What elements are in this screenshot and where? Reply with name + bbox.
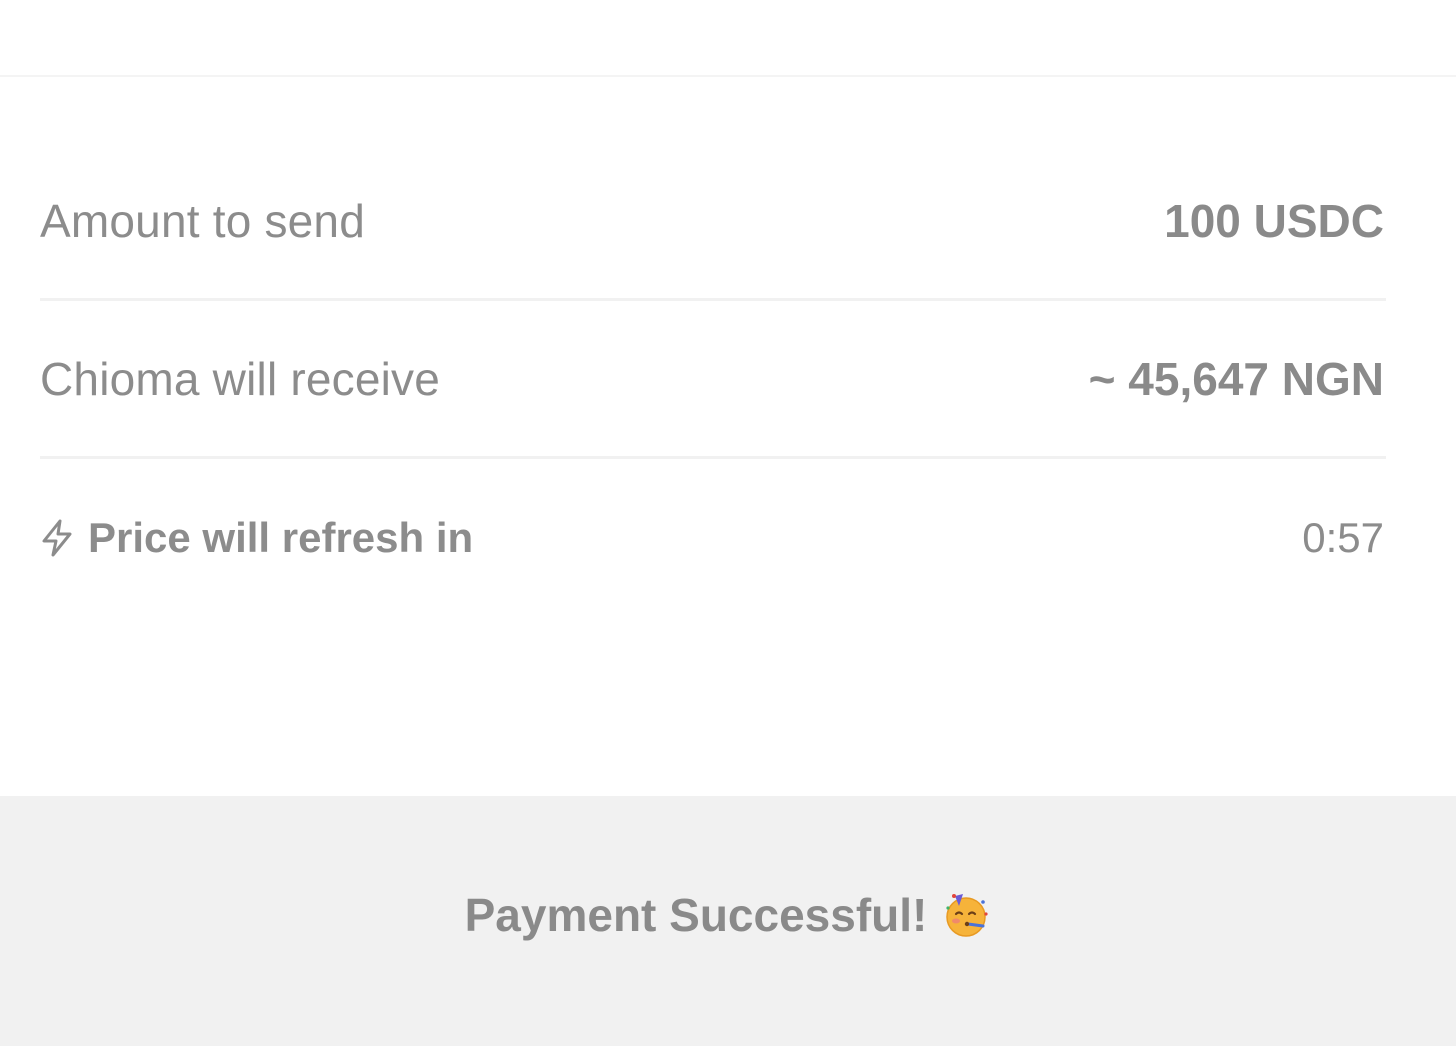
amount-to-send-label: Amount to send bbox=[40, 194, 366, 247]
recipient-receives-label: Chioma will receive bbox=[40, 352, 441, 405]
payment-success-text: Payment Successful! bbox=[464, 889, 928, 941]
price-refresh-timer: 0:57 bbox=[1302, 514, 1384, 561]
recipient-receives-row: Chioma will receive ~ 45,647 NGN bbox=[40, 301, 1386, 459]
amount-to-send-value: 100 USDC bbox=[1164, 194, 1384, 247]
price-refresh-label-group: Price will refresh in bbox=[40, 514, 473, 562]
quote-details: Amount to send 100 USDC Chioma will rece… bbox=[40, 143, 1386, 617]
payment-success-message: Payment Successful! bbox=[465, 888, 992, 942]
lightning-bolt-icon bbox=[40, 519, 74, 557]
amount-to-send-row: Amount to send 100 USDC bbox=[40, 143, 1386, 301]
price-refresh-label: Price will refresh in bbox=[88, 514, 474, 561]
price-refresh-row: Price will refresh in 0:57 bbox=[40, 459, 1386, 617]
top-bar bbox=[0, 0, 1456, 77]
recipient-receives-value: ~ 45,647 NGN bbox=[1088, 352, 1384, 405]
payment-screen: Amount to send 100 USDC Chioma will rece… bbox=[0, 0, 1456, 1046]
payment-status-footer: Payment Successful! bbox=[0, 796, 1456, 1046]
partying-face-icon bbox=[941, 890, 991, 940]
